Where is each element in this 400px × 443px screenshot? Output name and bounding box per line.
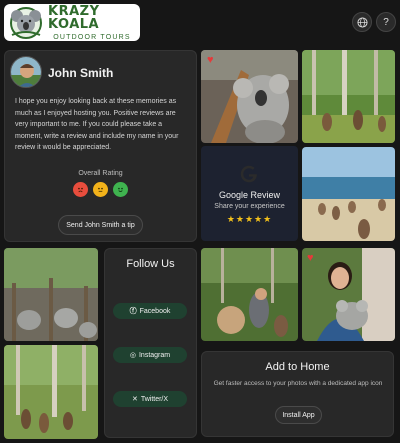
facebook-button[interactable]: ⓕ Facebook <box>113 303 187 319</box>
globe-icon <box>356 16 368 28</box>
host-avatar <box>10 56 42 88</box>
host-name: John Smith <box>48 66 114 80</box>
facebook-label: Facebook <box>139 307 171 315</box>
follow-us-title: Follow Us <box>126 258 175 270</box>
photo-kangaroos-forest[interactable] <box>302 50 395 143</box>
x-icon: ✕ <box>131 396 138 403</box>
add-to-home-title: Add to Home <box>265 361 330 373</box>
photo-woman-koala[interactable] <box>302 248 395 341</box>
brand-logo[interactable]: KRAZY KOALA OUTDOOR TOURS <box>4 4 140 41</box>
logo-subtitle: OUTDOOR TOURS <box>53 33 131 41</box>
install-app-button[interactable]: Install App <box>275 406 322 424</box>
photo-kangaroos-grass[interactable] <box>4 345 98 439</box>
help-button[interactable]: ? <box>376 12 396 32</box>
google-review-subtitle: Share your experience <box>214 203 285 210</box>
language-button[interactable] <box>352 12 372 32</box>
add-to-home-description: Get faster access to your photos with a … <box>213 380 383 387</box>
neutral-face-icon[interactable] <box>93 182 108 197</box>
facebook-icon: ⓕ <box>129 308 137 315</box>
google-review-title: Google Review <box>218 190 281 200</box>
photo-kangaroos-beach[interactable] <box>302 147 395 241</box>
twitter-label: Twitter/X <box>140 395 169 403</box>
follow-us-card <box>104 248 197 438</box>
instagram-label: Instagram <box>138 351 171 359</box>
google-review-card[interactable]: Google Review Share your experience ★★★★… <box>201 146 298 241</box>
heart-icon[interactable]: ♥ <box>307 252 314 264</box>
logo-title: KRAZY KOALA <box>48 3 100 32</box>
smile-face-icon[interactable] <box>113 182 128 197</box>
photo-koala-enclosure[interactable] <box>4 248 98 341</box>
photo-koala-closeup[interactable] <box>201 50 298 143</box>
instagram-icon: ◎ <box>129 352 136 359</box>
send-tip-button[interactable]: Send John Smith a tip <box>58 215 143 235</box>
star-rating: ★★★★★ <box>226 214 273 224</box>
help-icon: ? <box>383 16 389 28</box>
twitter-button[interactable]: ✕ Twitter/X <box>113 391 187 407</box>
frown-face-icon[interactable] <box>73 182 88 197</box>
heart-icon[interactable]: ♥ <box>207 54 214 66</box>
instagram-button[interactable]: ◎ Instagram <box>113 347 187 363</box>
koala-logo-icon <box>10 6 42 39</box>
host-message: I hope you enjoy looking back at these m… <box>15 98 179 151</box>
rating-label: Overall Rating <box>78 170 123 177</box>
google-g-icon <box>240 165 257 183</box>
photo-visitors-kangaroo[interactable] <box>201 248 298 341</box>
